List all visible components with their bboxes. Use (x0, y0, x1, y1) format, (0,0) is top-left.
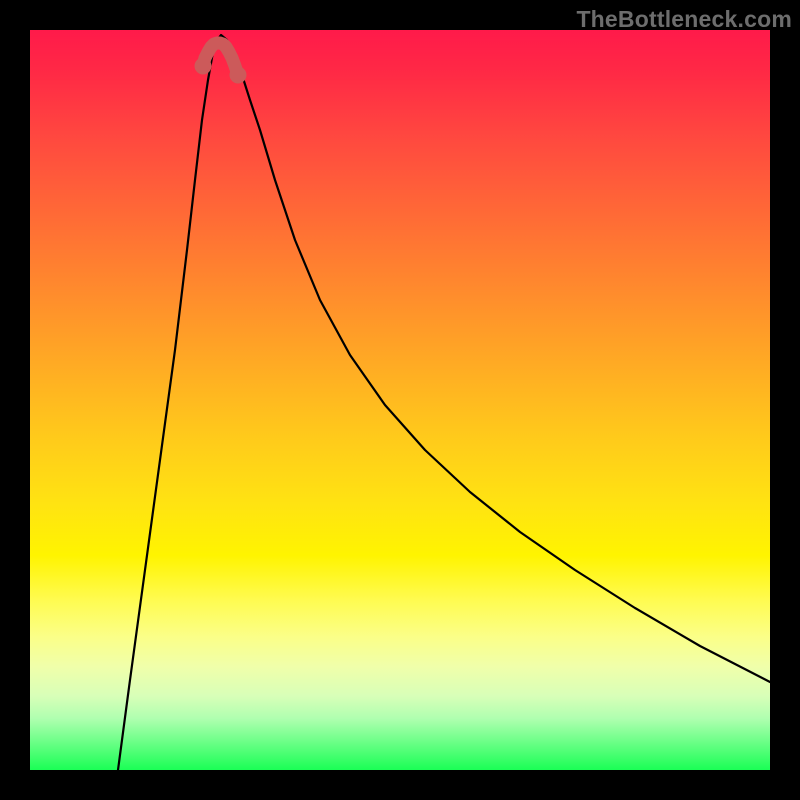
dip-end-dot (230, 67, 247, 84)
main-curve-path (118, 35, 770, 770)
chart-frame: TheBottleneck.com (0, 0, 800, 800)
chart-svg (30, 30, 770, 770)
plot-area (30, 30, 770, 770)
watermark-text: TheBottleneck.com (576, 6, 792, 33)
dip-end-dot (195, 58, 212, 75)
